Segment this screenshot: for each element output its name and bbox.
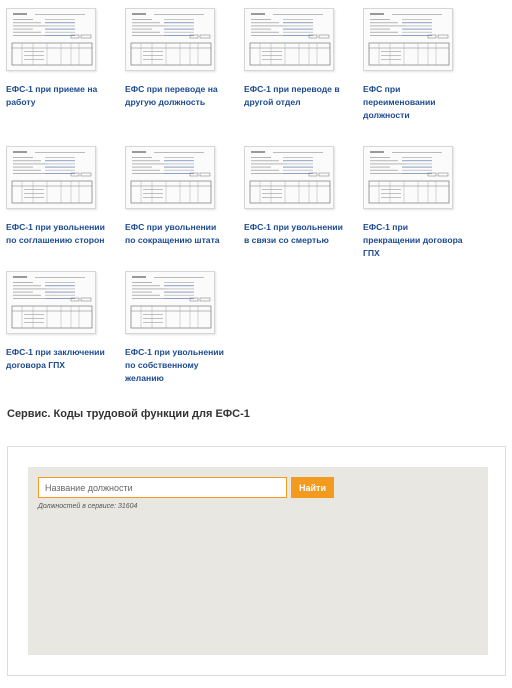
- document-thumbnail[interactable]: [125, 8, 215, 71]
- form-preview-icon: [249, 151, 331, 204]
- doc-card[interactable]: ЕФС-1 при увольнении по соглашению сторо…: [6, 146, 106, 247]
- document-thumbnail[interactable]: [363, 8, 453, 71]
- positions-count-note: Должностей в сервисе: 31604: [38, 503, 138, 510]
- doc-card-label[interactable]: ЕФС-1 при прекращении договора ГПХ: [363, 221, 463, 260]
- form-preview-icon: [11, 151, 93, 204]
- doc-card[interactable]: ЕФС при переводе на другую должность: [125, 8, 225, 109]
- doc-card[interactable]: ЕФС-1 при увольнении по собственному жел…: [125, 271, 225, 385]
- doc-card-label[interactable]: ЕФС-1 при переводе в другой отдел: [244, 83, 344, 109]
- doc-card[interactable]: ЕФС-1 при переводе в другой отдел: [244, 8, 344, 109]
- doc-card-label[interactable]: ЕФС при увольнении по сокращению штата: [125, 221, 225, 247]
- doc-card-label[interactable]: ЕФС-1 при увольнении по соглашению сторо…: [6, 221, 106, 247]
- document-thumbnail[interactable]: [6, 271, 96, 334]
- form-preview-icon: [368, 13, 450, 66]
- doc-card[interactable]: ЕФС-1 при приеме на работу: [6, 8, 106, 109]
- document-thumbnail[interactable]: [125, 146, 215, 209]
- document-thumbnail[interactable]: [244, 8, 334, 71]
- document-thumbnail[interactable]: [6, 146, 96, 209]
- doc-card[interactable]: ЕФС-1 при заключении договора ГПХ: [6, 271, 106, 372]
- service-title: Сервис. Коды трудовой функции для ЕФС-1: [7, 408, 250, 420]
- document-thumbnail[interactable]: [244, 146, 334, 209]
- document-thumbnail[interactable]: [363, 146, 453, 209]
- position-search-input[interactable]: [38, 477, 287, 498]
- form-preview-icon: [249, 13, 331, 66]
- search-button[interactable]: Найти: [291, 477, 334, 498]
- doc-card[interactable]: ЕФС-1 при прекращении договора ГПХ: [363, 146, 463, 260]
- doc-card-label[interactable]: ЕФС-1 при увольнении в связи со смертью: [244, 221, 344, 247]
- doc-card-label[interactable]: ЕФС-1 при увольнении по собственному жел…: [125, 346, 225, 385]
- service-widget: Найти Должностей в сервисе: 31604: [7, 446, 506, 676]
- form-preview-icon: [11, 276, 93, 329]
- form-preview-icon: [130, 13, 212, 66]
- doc-card-label[interactable]: ЕФС при переименовании должности: [363, 83, 463, 122]
- doc-card-label[interactable]: ЕФС при переводе на другую должность: [125, 83, 225, 109]
- document-thumbnail[interactable]: [6, 8, 96, 71]
- doc-card[interactable]: ЕФС при увольнении по сокращению штата: [125, 146, 225, 247]
- service-panel: Найти Должностей в сервисе: 31604: [28, 467, 488, 655]
- form-preview-icon: [368, 151, 450, 204]
- document-thumbnail[interactable]: [125, 271, 215, 334]
- form-preview-icon: [11, 13, 93, 66]
- form-preview-icon: [130, 151, 212, 204]
- form-preview-icon: [130, 276, 212, 329]
- doc-card-label[interactable]: ЕФС-1 при приеме на работу: [6, 83, 106, 109]
- doc-card[interactable]: ЕФС-1 при увольнении в связи со смертью: [244, 146, 344, 247]
- doc-card[interactable]: ЕФС при переименовании должности: [363, 8, 463, 122]
- doc-card-label[interactable]: ЕФС-1 при заключении договора ГПХ: [6, 346, 106, 372]
